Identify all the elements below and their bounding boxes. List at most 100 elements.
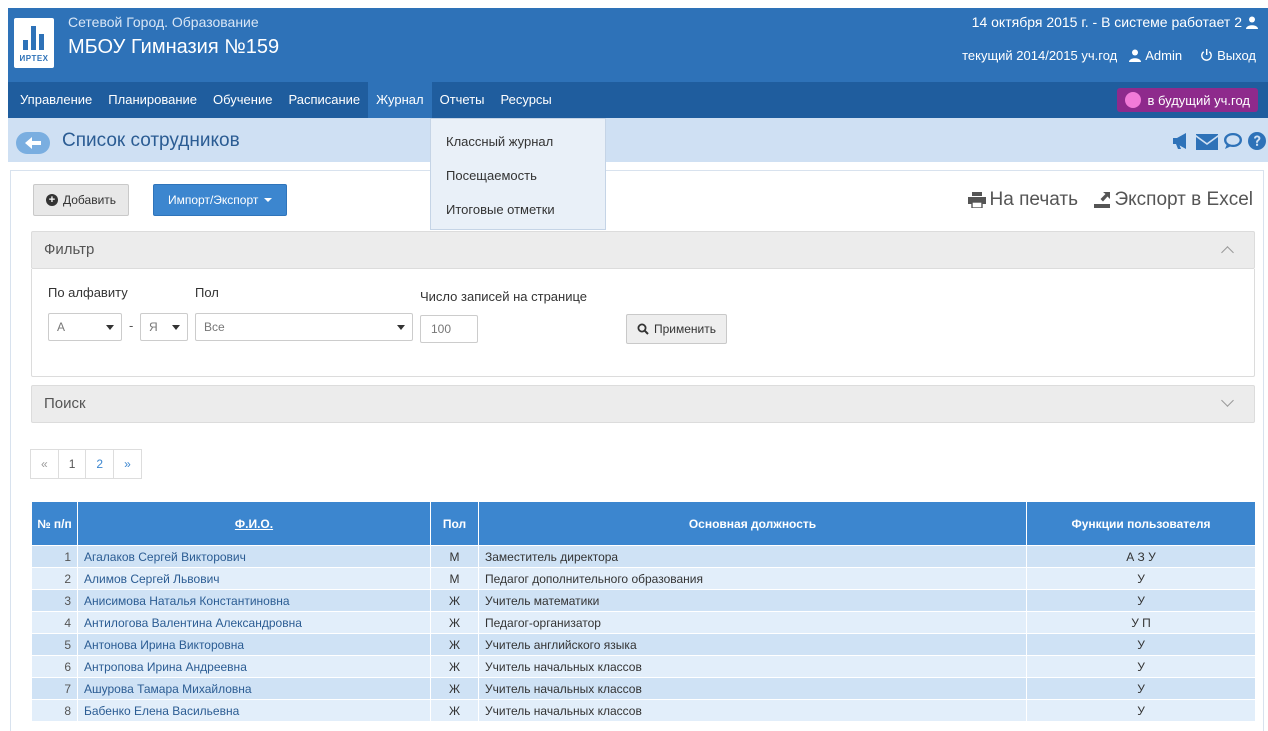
table-row: 5 Антонова Ирина Викторовна Ж Учитель ан… [31,633,1256,656]
back-arrow-icon [25,137,41,149]
megaphone-icon[interactable] [1171,132,1191,150]
import-export-button[interactable]: Импорт/Экспорт [153,184,288,216]
pagination-page-1[interactable]: 1 [57,449,87,479]
menu-item-journal[interactable]: Журнал [368,82,432,118]
row-position: Учитель начальных классов [478,655,1027,678]
search-heading: Поиск [44,395,86,412]
logout-button[interactable]: Выход [1194,44,1262,67]
row-gender: М [430,545,479,568]
back-button[interactable] [16,132,50,154]
row-gender: М [430,567,479,590]
col-number: № п/п [31,501,78,546]
employee-name-link[interactable]: Ашурова Тамара Михайловна [77,677,431,700]
employee-name-link[interactable]: Агалаков Сергей Викторович [77,545,431,568]
row-roles: А З У [1026,545,1256,568]
logo-text: ИРТЕХ [19,54,49,63]
future-year-label: в будущий уч.год [1147,92,1250,108]
user-icon [1129,49,1142,62]
future-year-button[interactable]: в будущий уч.год [1117,88,1258,112]
app-header: ИРТЕХ Сетевой Город. Образование МБОУ Ги… [8,8,1268,82]
users-online-icon[interactable] [1246,16,1258,29]
dropdown-item-final-grades[interactable]: Итоговые отметки [431,193,605,227]
caret-down-icon [264,198,273,202]
row-number: 5 [31,633,78,656]
employee-name-link[interactable]: Антропова Ирина Андреевна [77,655,431,678]
row-number: 7 [31,677,78,700]
date-status-text: 14 октября 2015 г. - В системе работает … [971,14,1242,30]
employee-name-link[interactable]: Антилогова Валентина Александровна [77,611,431,634]
row-roles: У [1026,567,1256,590]
import-export-label: Импорт/Экспорт [168,193,259,207]
select-caret-icon [397,325,405,330]
pagination-page-2[interactable]: 2 [85,449,115,479]
gender-select[interactable]: Все [195,313,413,341]
employee-name-link[interactable]: Анисимова Наталья Константиновна [77,589,431,612]
menu-item-schedule[interactable]: Расписание [280,82,368,118]
gender-value: Все [204,320,225,334]
records-per-page-label: Число записей на странице [420,289,588,304]
chevron-down-icon [1221,394,1234,407]
main-menu-bar: Управление Планирование Обучение Расписа… [8,82,1268,118]
dropdown-item-attendance[interactable]: Посещаемость [431,159,605,193]
employee-name-link[interactable]: Антонова Ирина Викторовна [77,633,431,656]
menu-item-education[interactable]: Обучение [205,82,280,118]
row-position: Педагог дополнительного образования [478,567,1027,590]
export-icon [1094,192,1111,208]
print-link[interactable]: На печать [967,189,1078,211]
pagination-prev[interactable]: « [30,449,59,479]
plus-icon: + [46,194,58,206]
row-number: 2 [31,567,78,590]
alphabet-to-select[interactable]: Я [140,313,188,341]
employees-table: № п/п Ф.И.О. Пол Основная должность Функ… [31,501,1256,722]
table-row: 8 Бабенко Елена Васильевна Ж Учитель нач… [31,699,1256,722]
employee-name-link[interactable]: Бабенко Елена Васильевна [77,699,431,722]
row-number: 4 [31,611,78,634]
menu-item-reports[interactable]: Отчеты [432,82,493,118]
apply-button[interactable]: Применить [626,314,728,344]
site-name: Сетевой Город. Образование [68,14,259,30]
help-icon[interactable] [1248,132,1266,150]
employee-name-link[interactable]: Алимов Сергей Львович [77,567,431,590]
year-bar: текущий 2014/2015 уч.год Admin Выход [962,44,1262,67]
filter-section-header[interactable]: Фильтр [31,231,1255,269]
power-icon [1201,49,1212,61]
add-button[interactable]: + Добавить [33,184,130,216]
col-position: Основная должность [478,501,1027,546]
row-position: Педагог-организатор [478,611,1027,634]
row-number: 1 [31,545,78,568]
menu-item-planning[interactable]: Планирование [100,82,205,118]
excel-label: Экспорт в Excel [1114,189,1253,210]
page-title: Список сотрудников [62,130,240,151]
row-number: 6 [31,655,78,678]
select-caret-icon [106,325,114,330]
user-button[interactable]: Admin [1123,44,1188,67]
irtech-logo[interactable]: ИРТЕХ [14,18,54,68]
date-status: 14 октября 2015 г. - В системе работает … [972,14,1258,30]
print-label: На печать [989,189,1078,210]
chat-icon[interactable] [1223,132,1243,150]
user-label: Admin [1145,48,1183,63]
row-position: Заместитель директора [478,545,1027,568]
search-section-header[interactable]: Поиск [31,385,1255,423]
dropdown-item-class-journal[interactable]: Классный журнал [431,125,605,159]
chevron-up-icon [1221,246,1234,259]
school-name: МБОУ Гимназия №159 [68,36,280,58]
table-header-row: № п/п Ф.И.О. Пол Основная должность Функ… [31,501,1256,546]
printer-icon [967,192,986,208]
row-roles: У П [1026,611,1256,634]
records-per-page-input[interactable]: 100 [420,315,478,343]
col-full-name[interactable]: Ф.И.О. [77,501,431,546]
table-row: 6 Антропова Ирина Андреевна Ж Учитель на… [31,655,1256,678]
journal-dropdown-menu: Классный журнал Посещаемость Итоговые от… [430,118,606,230]
toggle-dot-icon [1125,92,1142,108]
menu-item-management[interactable]: Управление [12,82,100,118]
pagination-next[interactable]: » [113,449,142,479]
row-gender: Ж [430,677,479,700]
alphabet-from-select[interactable]: А [48,313,122,341]
row-position: Учитель начальных классов [478,699,1027,722]
table-row: 4 Антилогова Валентина Александровна Ж П… [31,611,1256,634]
mail-icon[interactable] [1196,132,1218,150]
export-excel-link[interactable]: Экспорт в Excel [1094,189,1253,211]
pagination: « 1 2 » [30,449,142,479]
menu-item-resources[interactable]: Ресурсы [493,82,560,118]
